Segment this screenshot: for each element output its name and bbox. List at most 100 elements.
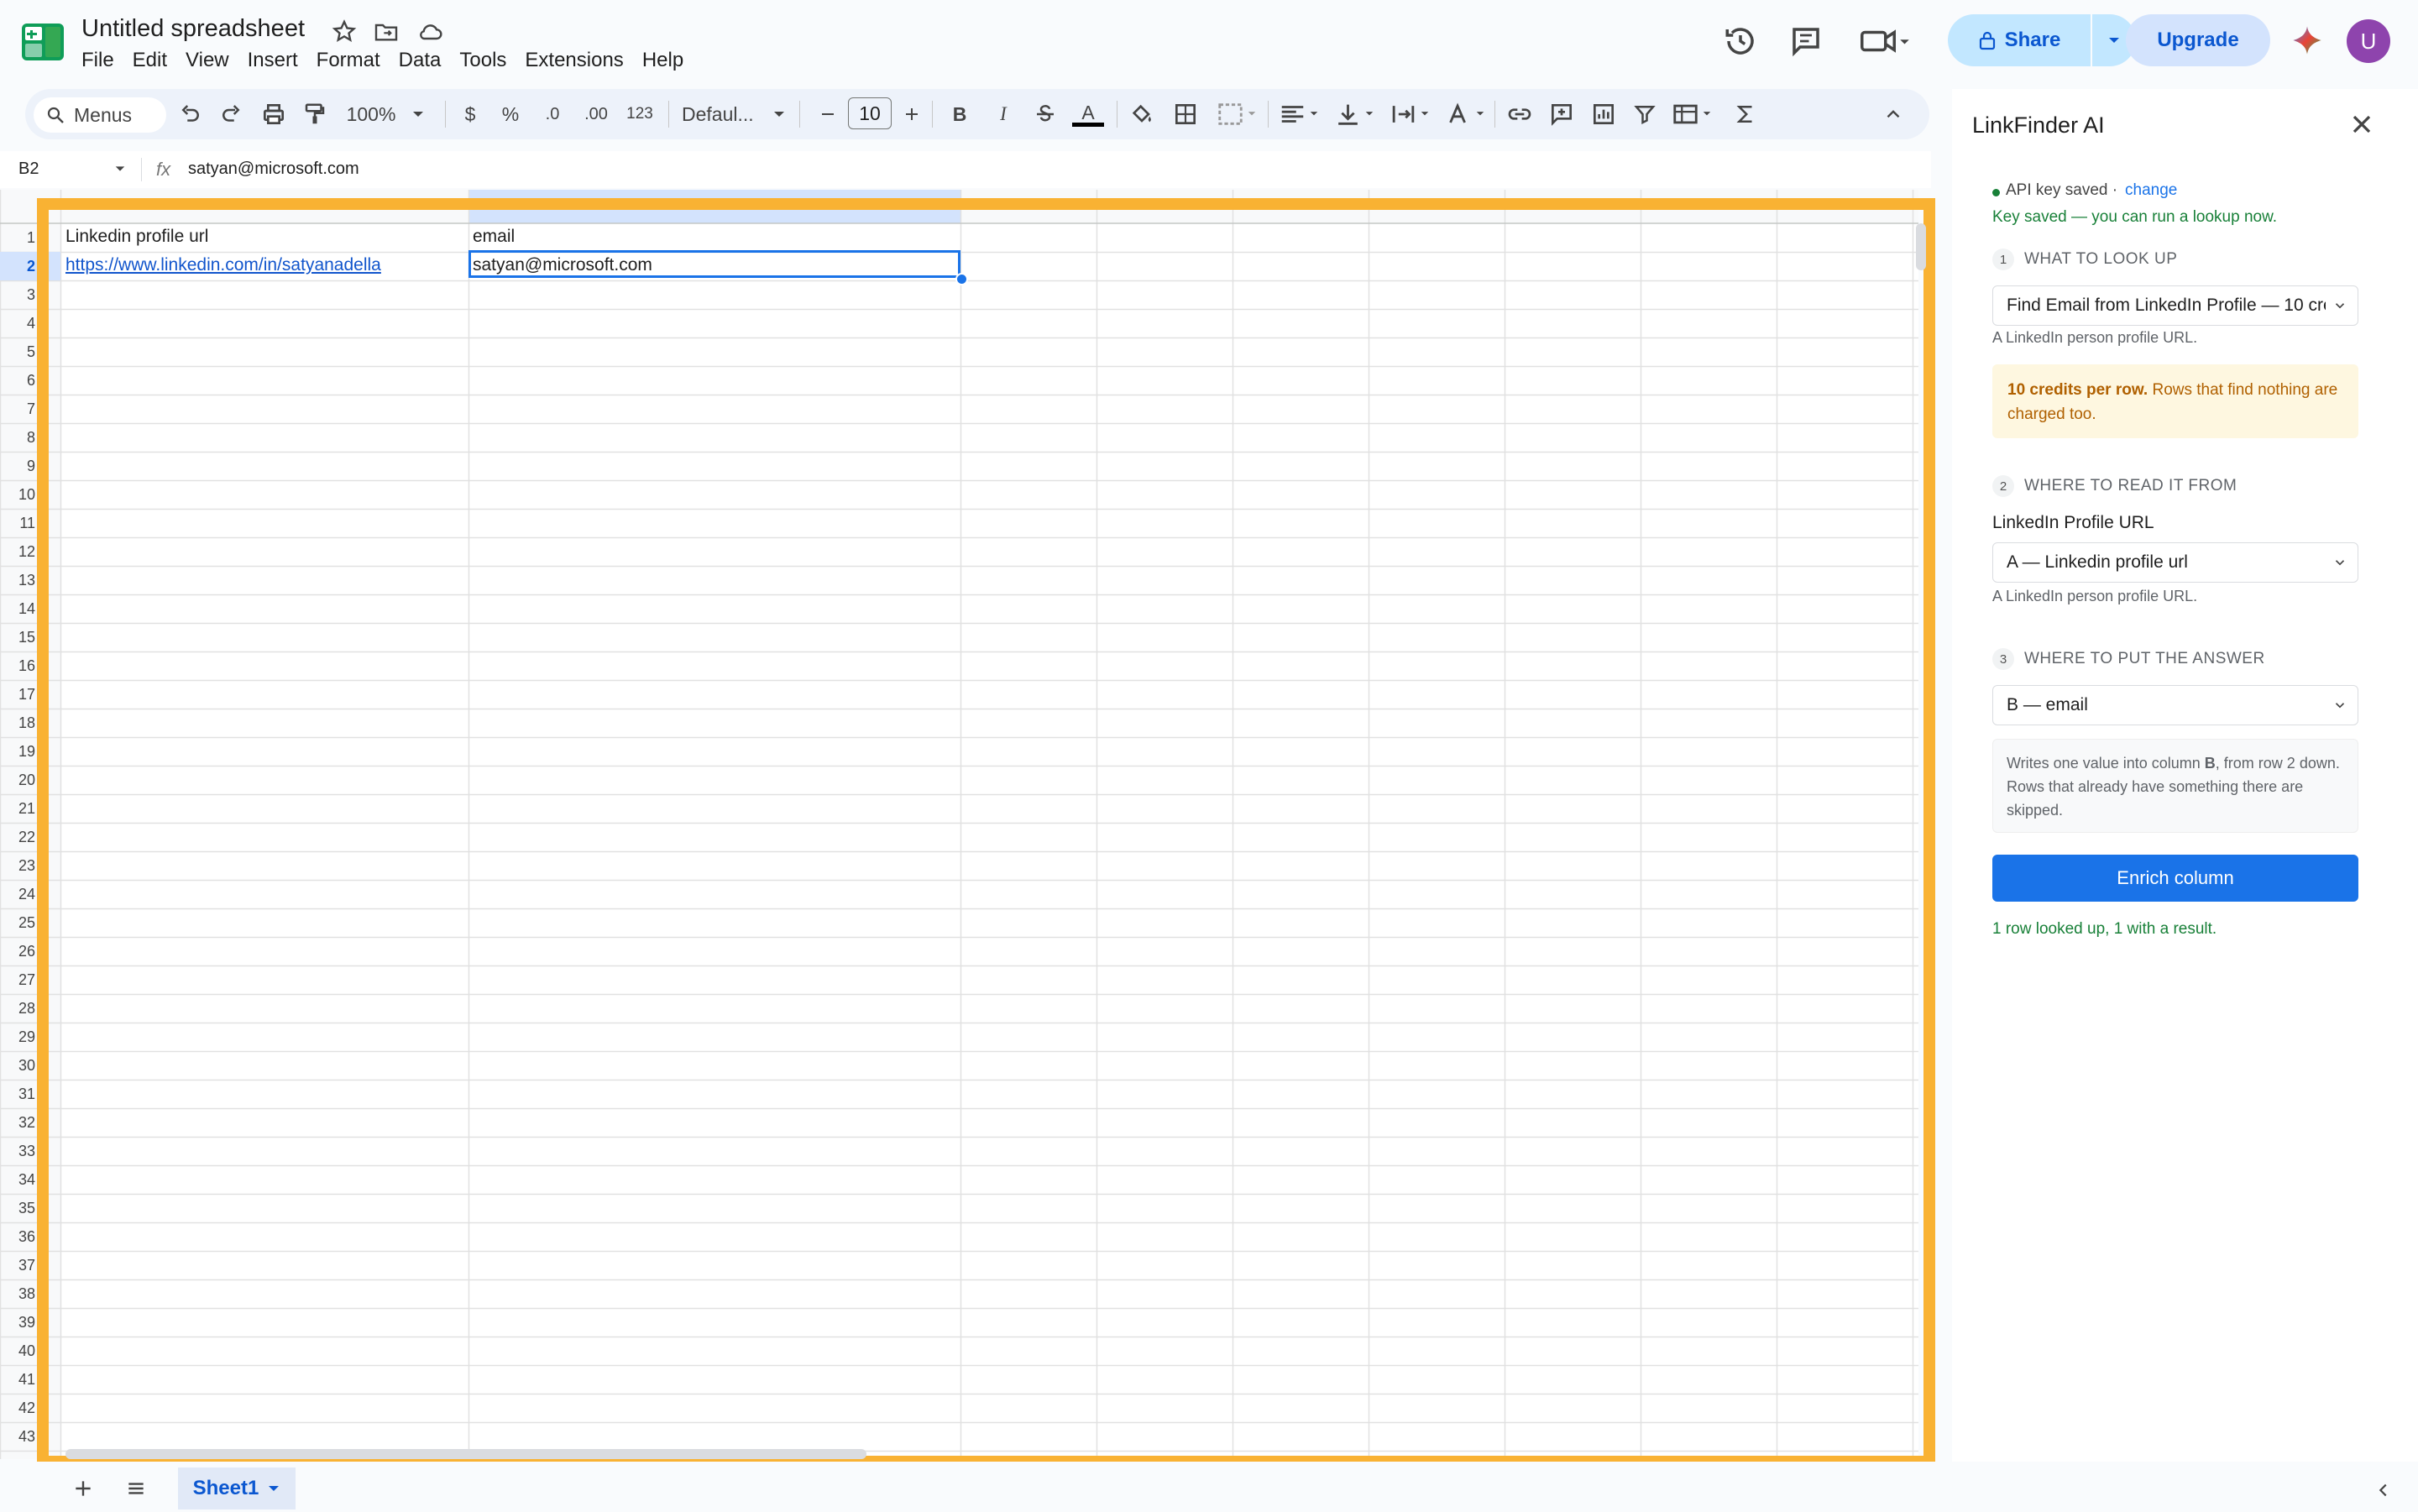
increase-decimal-button[interactable]: .00 — [579, 100, 613, 128]
menu-edit[interactable]: Edit — [133, 49, 167, 72]
row-number-34[interactable]: 34 — [18, 1171, 35, 1188]
row-number-13[interactable]: 13 — [18, 572, 35, 589]
row-number-39[interactable]: 39 — [18, 1314, 35, 1331]
row-number-35[interactable]: 35 — [18, 1200, 35, 1216]
row-number-5[interactable]: 5 — [27, 343, 35, 360]
row-number-43[interactable]: 43 — [18, 1428, 35, 1445]
share-button[interactable]: Share — [1948, 14, 2091, 66]
cell-a1[interactable]: Linkedin profile url — [65, 227, 208, 247]
star-icon[interactable] — [331, 18, 358, 45]
insert-chart-icon[interactable] — [1590, 100, 1617, 128]
text-rotation-icon[interactable] — [1444, 100, 1488, 128]
menu-format[interactable]: Format — [317, 49, 380, 72]
row-number-42[interactable]: 42 — [18, 1400, 35, 1416]
row-number-40[interactable]: 40 — [18, 1342, 35, 1359]
row-number-22[interactable]: 22 — [18, 829, 35, 845]
row-number-3[interactable]: 3 — [27, 286, 35, 303]
document-title[interactable]: Untitled spreadsheet — [81, 15, 305, 43]
menu-extensions[interactable]: Extensions — [525, 49, 623, 72]
menus-search[interactable]: Menus — [34, 97, 166, 133]
upgrade-button[interactable]: Upgrade — [2126, 14, 2270, 66]
cell-b1[interactable]: email — [473, 227, 515, 247]
meet-icon[interactable] — [1859, 24, 1909, 59]
row-number-21[interactable]: 21 — [18, 800, 35, 817]
row-number-36[interactable]: 36 — [18, 1228, 35, 1245]
decrease-decimal-button[interactable]: .0 — [537, 100, 568, 128]
menu-tools[interactable]: Tools — [459, 49, 506, 72]
row-number-41[interactable]: 41 — [18, 1371, 35, 1388]
collapse-menus-icon[interactable] — [1882, 100, 1904, 128]
row-number-37[interactable]: 37 — [18, 1257, 35, 1274]
user-avatar[interactable]: U — [2347, 19, 2390, 63]
menu-file[interactable]: File — [81, 49, 114, 72]
font-select[interactable]: Defaul... — [682, 100, 766, 128]
increase-font-size-icon[interactable] — [902, 100, 922, 128]
side-panel-toggle-icon[interactable] — [2374, 1481, 2393, 1499]
row-number-23[interactable]: 23 — [18, 857, 35, 874]
row-number-26[interactable]: 26 — [18, 943, 35, 960]
sheets-logo-icon[interactable] — [20, 22, 65, 62]
row-number-4[interactable]: 4 — [27, 315, 35, 332]
percent-format-button[interactable]: % — [500, 100, 521, 128]
text-color-button[interactable]: A — [1071, 100, 1105, 128]
row-number-7[interactable]: 7 — [27, 400, 35, 417]
paint-format-icon[interactable] — [302, 100, 327, 128]
add-sheet-icon[interactable] — [72, 1478, 94, 1499]
row-number-20[interactable]: 20 — [18, 772, 35, 788]
horizontal-scrollbar[interactable] — [65, 1449, 866, 1459]
strikethrough-icon[interactable] — [1033, 100, 1058, 128]
zoom-select[interactable]: 100% — [346, 100, 396, 128]
all-sheets-icon[interactable] — [124, 1478, 148, 1499]
source-column-select[interactable]: A — Linkedin profile url — [1992, 542, 2358, 583]
close-icon[interactable] — [2347, 109, 2377, 139]
insert-comment-icon[interactable] — [1548, 100, 1575, 128]
lookup-type-select[interactable]: Find Email from LinkedIn Profile — 10 cr… — [1992, 285, 2358, 326]
borders-icon[interactable] — [1172, 100, 1199, 128]
spreadsheet-grid[interactable]: 1 2 3 4 5 6 7 8 9 10 11 12 13 14 15 16 17 18 19 20 21 22 23 24 2… — [0, 190, 1918, 1459]
name-box-caret-icon[interactable] — [114, 165, 126, 173]
redo-icon[interactable] — [218, 100, 243, 128]
row-number-30[interactable]: 30 — [18, 1057, 35, 1074]
menu-insert[interactable]: Insert — [248, 49, 298, 72]
row-number-28[interactable]: 28 — [18, 1000, 35, 1017]
menu-help[interactable]: Help — [642, 49, 683, 72]
row-number-1[interactable]: 1 — [27, 229, 35, 246]
row-number-32[interactable]: 32 — [18, 1114, 35, 1131]
row-number-17[interactable]: 17 — [18, 686, 35, 703]
row-number-24[interactable]: 24 — [18, 886, 35, 902]
text-wrapping-icon[interactable] — [1389, 100, 1432, 128]
row-number-33[interactable]: 33 — [18, 1143, 35, 1159]
filter-views-icon[interactable] — [1671, 100, 1714, 128]
sheet-tab-sheet1[interactable]: Sheet1 — [178, 1468, 296, 1509]
filter-icon[interactable] — [1632, 100, 1657, 128]
functions-icon[interactable] — [1733, 100, 1758, 128]
row-number-19[interactable]: 19 — [18, 743, 35, 760]
menu-view[interactable]: View — [186, 49, 229, 72]
row-number-18[interactable]: 18 — [18, 714, 35, 731]
vertical-align-icon[interactable] — [1333, 100, 1377, 128]
row-number-11[interactable]: 11 — [19, 515, 35, 531]
number-format-button[interactable]: 123 — [623, 100, 657, 128]
output-column-select[interactable]: B — email — [1992, 685, 2358, 725]
row-number-10[interactable]: 10 — [18, 486, 35, 503]
row-number-27[interactable]: 27 — [18, 971, 35, 988]
vertical-scrollbar[interactable] — [1916, 223, 1926, 270]
font-caret-icon[interactable] — [772, 100, 786, 128]
row-number-15[interactable]: 15 — [18, 629, 35, 646]
currency-format-button[interactable]: $ — [460, 100, 480, 128]
row-number-6[interactable]: 6 — [27, 372, 35, 389]
decrease-font-size-icon[interactable] — [818, 100, 838, 128]
gemini-sparkle-icon[interactable] — [2290, 24, 2324, 57]
version-history-icon[interactable] — [1723, 24, 1758, 59]
fill-handle[interactable] — [955, 273, 968, 285]
font-size-input[interactable]: 10 — [848, 97, 892, 129]
print-icon[interactable] — [260, 100, 287, 128]
menu-data[interactable]: Data — [399, 49, 442, 72]
row-number-14[interactable]: 14 — [18, 600, 35, 617]
cell-a2-link[interactable]: https://www.linkedin.com/in/satyanadella — [65, 255, 381, 275]
row-number-16[interactable]: 16 — [18, 657, 35, 674]
insert-link-icon[interactable] — [1506, 100, 1533, 128]
name-box[interactable]: B2 — [18, 160, 39, 179]
row-number-2[interactable]: 2 — [27, 258, 35, 275]
comments-icon[interactable] — [1788, 24, 1824, 59]
